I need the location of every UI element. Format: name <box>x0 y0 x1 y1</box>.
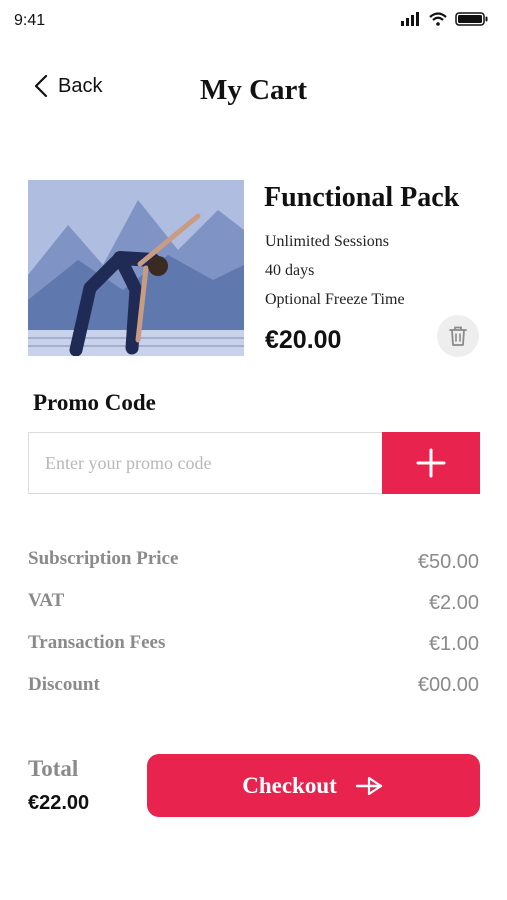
wifi-icon <box>429 12 447 26</box>
summary-value: €1.00 <box>428 633 479 655</box>
nav-header: Back My Cart <box>0 60 507 120</box>
total-label: Total <box>28 756 79 781</box>
product-price: €20.00 <box>265 326 342 354</box>
apply-promo-button[interactable] <box>382 432 480 494</box>
summary-label: Discount <box>28 674 100 695</box>
trash-icon <box>449 326 467 346</box>
yoga-photo <box>28 180 244 356</box>
summary-value: €2.00 <box>428 592 479 614</box>
checkout-button[interactable]: Checkout <box>147 754 480 817</box>
page-title: My Cart <box>199 74 308 106</box>
arrow-right-icon <box>355 776 382 795</box>
product-image <box>28 180 244 356</box>
remove-item-button[interactable] <box>437 315 479 357</box>
status-icons <box>401 12 489 26</box>
plus-icon <box>416 448 446 478</box>
total-value: €22.00 <box>28 792 90 814</box>
status-bar: 9:41 <box>0 0 507 44</box>
product-feature: Optional Freeze Time <box>265 291 405 308</box>
summary-label: Subscription Price <box>28 548 179 569</box>
summary-value: €50.00 <box>417 551 479 573</box>
product-feature: 40 days <box>265 262 315 279</box>
product-feature: Unlimited Sessions <box>265 233 390 250</box>
product-title: Functional Pack <box>264 182 460 213</box>
summary-label: Transaction Fees <box>28 632 166 653</box>
battery-icon <box>455 12 488 26</box>
summary-value: €00.00 <box>417 674 479 696</box>
checkout-label: Checkout <box>242 772 337 798</box>
signal-icon <box>401 12 419 26</box>
promo-heading: Promo Code <box>33 390 156 415</box>
summary-label: VAT <box>28 590 65 611</box>
status-time: 9:41 <box>14 12 46 29</box>
promo-code-input[interactable] <box>28 432 382 494</box>
